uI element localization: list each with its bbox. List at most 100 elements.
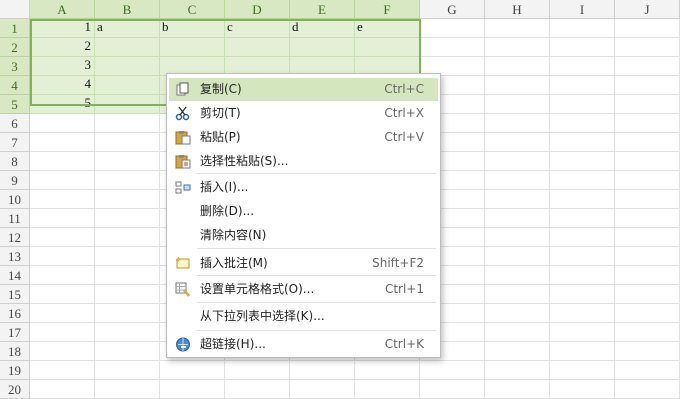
cell-b17[interactable] xyxy=(95,323,160,342)
select-all-corner[interactable] xyxy=(0,0,30,19)
column-header-i[interactable]: I xyxy=(550,0,615,19)
cell-i9[interactable] xyxy=(550,171,615,190)
column-header-g[interactable]: G xyxy=(420,0,485,19)
cell-i13[interactable] xyxy=(550,247,615,266)
column-header-f[interactable]: F xyxy=(355,0,420,19)
cell-j20[interactable] xyxy=(615,380,680,399)
cell-h4[interactable] xyxy=(485,76,550,95)
menu-item-7[interactable]: 插入批注(M) Shift+F2 xyxy=(169,252,438,275)
column-header-e[interactable]: E xyxy=(290,0,355,19)
cell-j15[interactable] xyxy=(615,285,680,304)
cell-b18[interactable] xyxy=(95,342,160,361)
menu-item-4[interactable]: 插入(I)... xyxy=(169,176,438,199)
cell-h5[interactable] xyxy=(485,95,550,114)
cell-h13[interactable] xyxy=(485,247,550,266)
cell-b9[interactable] xyxy=(95,171,160,190)
cell-h20[interactable] xyxy=(485,380,550,399)
cell-j9[interactable] xyxy=(615,171,680,190)
row-header-12[interactable]: 12 xyxy=(0,228,30,247)
cell-b6[interactable] xyxy=(95,114,160,133)
cell-e20[interactable] xyxy=(290,380,355,399)
row-header-9[interactable]: 9 xyxy=(0,171,30,190)
cell-a12[interactable] xyxy=(30,228,95,247)
row-header-8[interactable]: 8 xyxy=(0,152,30,171)
cell-j7[interactable] xyxy=(615,133,680,152)
menu-item-8[interactable]: 设置单元格格式(O)... Ctrl+1 xyxy=(169,278,438,301)
cell-h18[interactable] xyxy=(485,342,550,361)
row-header-18[interactable]: 18 xyxy=(0,342,30,361)
cell-b8[interactable] xyxy=(95,152,160,171)
column-header-b[interactable]: B xyxy=(95,0,160,19)
cell-a14[interactable] xyxy=(30,266,95,285)
cell-j1[interactable] xyxy=(615,19,680,38)
cell-b7[interactable] xyxy=(95,133,160,152)
cell-j3[interactable] xyxy=(615,57,680,76)
cell-a17[interactable] xyxy=(30,323,95,342)
cell-g1[interactable] xyxy=(420,19,485,38)
row-header-13[interactable]: 13 xyxy=(0,247,30,266)
cell-a5[interactable]: 5 xyxy=(30,95,95,114)
cell-j10[interactable] xyxy=(615,190,680,209)
cell-b15[interactable] xyxy=(95,285,160,304)
cell-b16[interactable] xyxy=(95,304,160,323)
cell-i2[interactable] xyxy=(550,38,615,57)
cell-h8[interactable] xyxy=(485,152,550,171)
cell-b5[interactable] xyxy=(95,95,160,114)
cell-g19[interactable] xyxy=(420,361,485,380)
cell-j13[interactable] xyxy=(615,247,680,266)
column-header-h[interactable]: H xyxy=(485,0,550,19)
cell-e19[interactable] xyxy=(290,361,355,380)
cell-i1[interactable] xyxy=(550,19,615,38)
cell-d19[interactable] xyxy=(225,361,290,380)
cell-b11[interactable] xyxy=(95,209,160,228)
cell-i4[interactable] xyxy=(550,76,615,95)
row-header-16[interactable]: 16 xyxy=(0,304,30,323)
menu-item-9[interactable]: 从下拉列表中选择(K)... xyxy=(169,305,438,328)
cell-d1[interactable]: c xyxy=(225,19,290,38)
cell-h1[interactable] xyxy=(485,19,550,38)
menu-item-3[interactable]: 选择性粘贴(S)... xyxy=(169,150,438,173)
row-header-17[interactable]: 17 xyxy=(0,323,30,342)
cell-j11[interactable] xyxy=(615,209,680,228)
cell-e1[interactable]: d xyxy=(290,19,355,38)
cell-i20[interactable] xyxy=(550,380,615,399)
cell-i12[interactable] xyxy=(550,228,615,247)
cell-h10[interactable] xyxy=(485,190,550,209)
cell-h11[interactable] xyxy=(485,209,550,228)
cell-i6[interactable] xyxy=(550,114,615,133)
cell-h17[interactable] xyxy=(485,323,550,342)
cell-a2[interactable]: 2 xyxy=(30,38,95,57)
cell-c20[interactable] xyxy=(160,380,225,399)
cell-i7[interactable] xyxy=(550,133,615,152)
cell-a20[interactable] xyxy=(30,380,95,399)
cell-a4[interactable]: 4 xyxy=(30,76,95,95)
cell-j18[interactable] xyxy=(615,342,680,361)
cell-j8[interactable] xyxy=(615,152,680,171)
cell-i10[interactable] xyxy=(550,190,615,209)
cell-h3[interactable] xyxy=(485,57,550,76)
cell-a11[interactable] xyxy=(30,209,95,228)
cell-c19[interactable] xyxy=(160,361,225,380)
cell-i5[interactable] xyxy=(550,95,615,114)
row-header-15[interactable]: 15 xyxy=(0,285,30,304)
cell-a3[interactable]: 3 xyxy=(30,57,95,76)
cell-j6[interactable] xyxy=(615,114,680,133)
cell-b19[interactable] xyxy=(95,361,160,380)
cell-b14[interactable] xyxy=(95,266,160,285)
cell-a9[interactable] xyxy=(30,171,95,190)
cell-i8[interactable] xyxy=(550,152,615,171)
cell-j2[interactable] xyxy=(615,38,680,57)
cell-e2[interactable] xyxy=(290,38,355,57)
row-header-1[interactable]: 1 xyxy=(0,19,30,38)
row-header-20[interactable]: 20 xyxy=(0,380,30,399)
row-header-11[interactable]: 11 xyxy=(0,209,30,228)
row-header-5[interactable]: 5 xyxy=(0,95,30,114)
cell-h2[interactable] xyxy=(485,38,550,57)
cell-i3[interactable] xyxy=(550,57,615,76)
cell-h6[interactable] xyxy=(485,114,550,133)
cell-c1[interactable]: b xyxy=(160,19,225,38)
cell-j19[interactable] xyxy=(615,361,680,380)
cell-a7[interactable] xyxy=(30,133,95,152)
cell-h9[interactable] xyxy=(485,171,550,190)
column-header-a[interactable]: A xyxy=(30,0,95,19)
